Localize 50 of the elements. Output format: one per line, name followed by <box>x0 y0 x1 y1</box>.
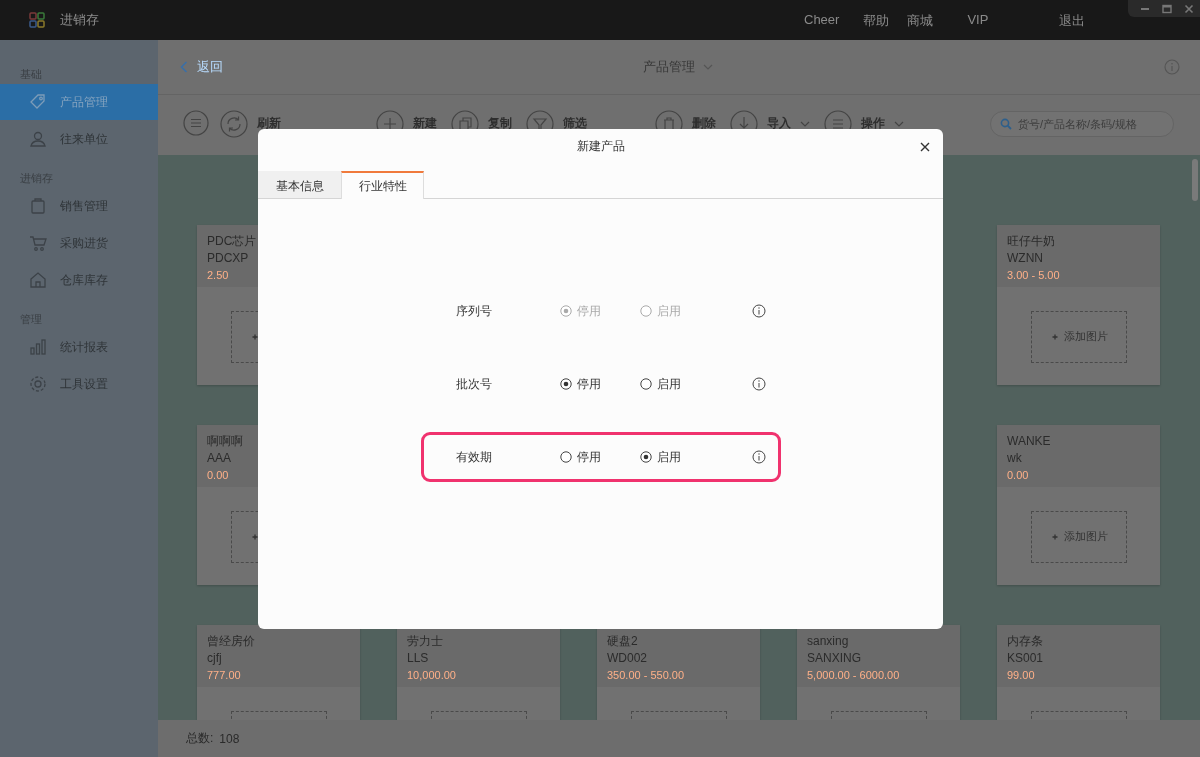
product-code: KS001 <box>1007 649 1045 667</box>
product-price: 350.00 - 550.00 <box>607 667 686 683</box>
radio-option[interactable]: 启用 <box>639 448 720 466</box>
setting-label: 序列号 <box>455 302 493 320</box>
product-price: 0.00 <box>1007 467 1030 483</box>
product-name: 内存条 <box>1007 632 1044 650</box>
product-name: PDC芯片 <box>207 232 258 250</box>
radio-option: 启用 <box>639 302 720 320</box>
tab[interactable]: 行业特性 <box>341 171 424 199</box>
product-card[interactable]: 内存条 KS001 99.00 <box>997 624 1160 721</box>
product-card[interactable]: sanxing SANXING 5,000.00 - 6000.00 <box>797 624 960 721</box>
nav-link[interactable]: Cheer <box>804 12 840 30</box>
product-code: PDCXP <box>207 249 250 267</box>
setting-label: 有效期 <box>455 448 493 466</box>
radio-option[interactable]: 停用 <box>559 448 640 466</box>
dialog-title: 新建产品 <box>575 138 626 155</box>
product-price: 10,000.00 <box>407 667 457 683</box>
nav-link[interactable]: VIP <box>967 12 989 30</box>
product-price: 5,000.00 - 6000.00 <box>807 667 901 683</box>
total-label: 总数: <box>186 730 214 748</box>
app-title: 进销存 <box>60 11 99 29</box>
product-code: SANXING <box>807 649 862 667</box>
product-name: 劳力士 <box>407 632 444 650</box>
product-name: sanxing <box>807 632 850 650</box>
back-link[interactable]: 返回 <box>180 57 223 76</box>
product-code: WD002 <box>607 649 648 667</box>
nav-link[interactable]: 退出 <box>1059 12 1086 30</box>
product-price: 2.50 <box>207 267 230 283</box>
product-name: 旺仔牛奶 <box>1007 232 1056 250</box>
product-price: 0.00 <box>207 467 230 483</box>
radio-option: 停用 <box>559 302 640 320</box>
radio-option[interactable]: 停用 <box>559 375 640 393</box>
product-code: AAA <box>207 449 232 467</box>
product-price: 99.00 <box>1007 667 1036 683</box>
nav-link[interactable]: 帮助 <box>863 12 890 30</box>
product-name: 硬盘2 <box>607 632 639 650</box>
product-price: 777.00 <box>207 667 242 683</box>
product-price: 3.00 - 5.00 <box>1007 267 1061 283</box>
nav-link[interactable]: 商城 <box>907 12 934 30</box>
tab[interactable]: 基本信息 <box>258 171 341 198</box>
radio-option[interactable]: 启用 <box>639 375 720 393</box>
product-name: WANKE <box>1007 432 1052 450</box>
setting-label: 批次号 <box>455 375 493 393</box>
sidebar-item[interactable]: 产品管理 <box>0 84 158 120</box>
total-count: 108 <box>219 731 240 746</box>
product-code: LLS <box>407 649 430 667</box>
product-code: WZNN <box>1007 249 1044 267</box>
product-code: wk <box>1007 449 1023 467</box>
product-code: cjfj <box>207 649 223 667</box>
toolbar-button[interactable]: 刷新 <box>220 109 281 138</box>
